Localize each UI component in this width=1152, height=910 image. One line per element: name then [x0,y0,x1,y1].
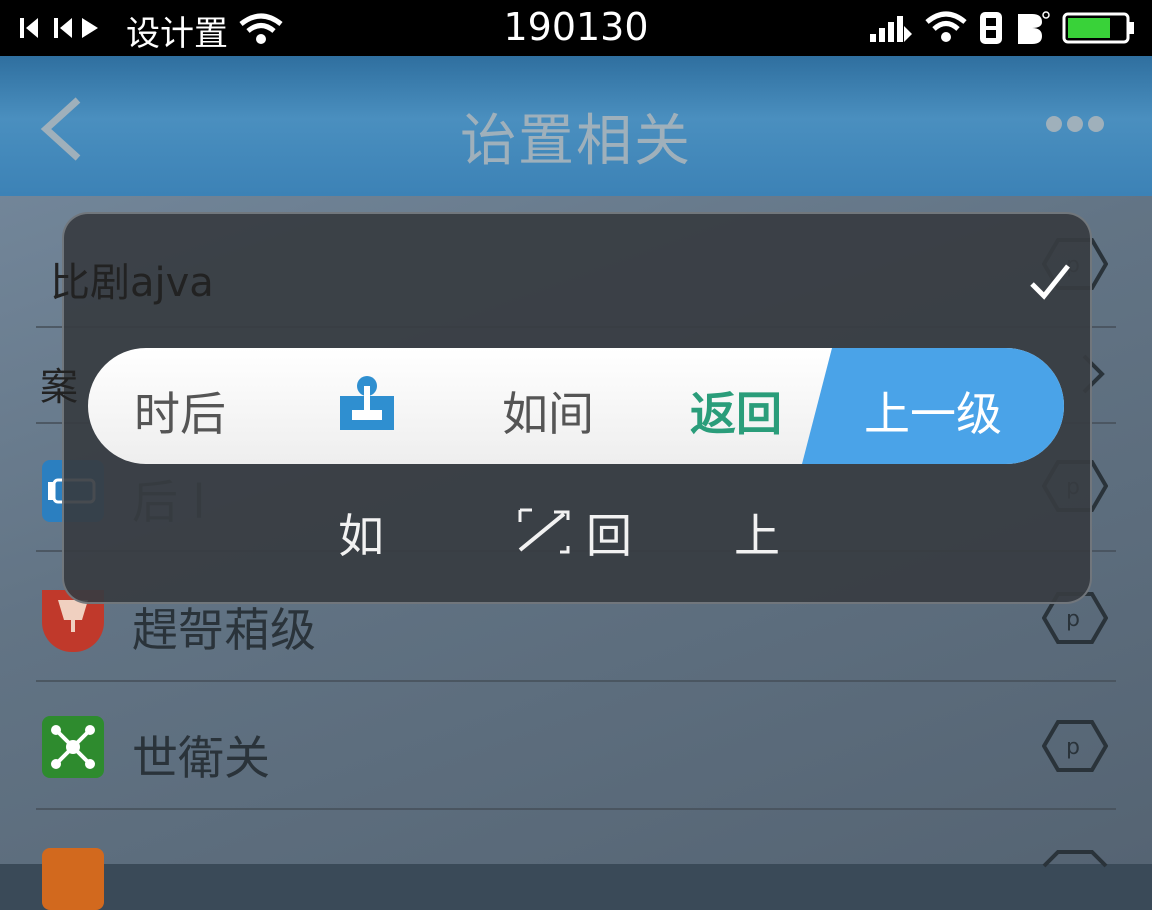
signal-icon [870,16,912,42]
nav-header: 诒置相关 [0,56,1152,196]
list-item[interactable] [36,808,1116,910]
more-options-icon[interactable] [1046,116,1116,136]
network-icon [42,716,104,778]
overlay-title: 比剧ajva [50,260,214,306]
segment-how[interactable]: 如间 [502,378,594,444]
orange-icon [42,848,104,910]
list-item[interactable]: 世衛关 p [36,680,1116,810]
return-button[interactable]: 返回 [690,378,782,444]
sim-icon [980,12,1002,44]
hexagon-arrow-icon: p [1042,720,1108,772]
wifi-icon-right [925,11,967,42]
sub-item-shang[interactable]: 上 [734,500,780,566]
sub-item-ru[interactable]: 如 [338,500,384,566]
bluetooth-data-icon [1018,11,1050,44]
status-bar: 设计置 190130 [0,0,1152,56]
segment-time[interactable]: 时后 [134,378,226,444]
resize-icon[interactable] [516,506,574,556]
sub-item-hui[interactable]: 回 [586,500,632,566]
check-icon[interactable] [1028,262,1072,302]
list-item-label: 世衛关 [132,731,270,785]
hexagon-arrow-icon [1042,850,1108,868]
page-title: 诒置相关 [460,109,692,174]
segmented-control: 时后 如间 返回 上一级 [88,348,1064,464]
pin-download-icon[interactable] [340,376,394,432]
battery-icon [1062,12,1134,44]
parent-level-button[interactable]: 上一级 [864,378,1002,444]
svg-text:p: p [1066,735,1080,760]
partial-row-label: 案 [40,365,79,409]
svg-text:p: p [1066,607,1080,632]
